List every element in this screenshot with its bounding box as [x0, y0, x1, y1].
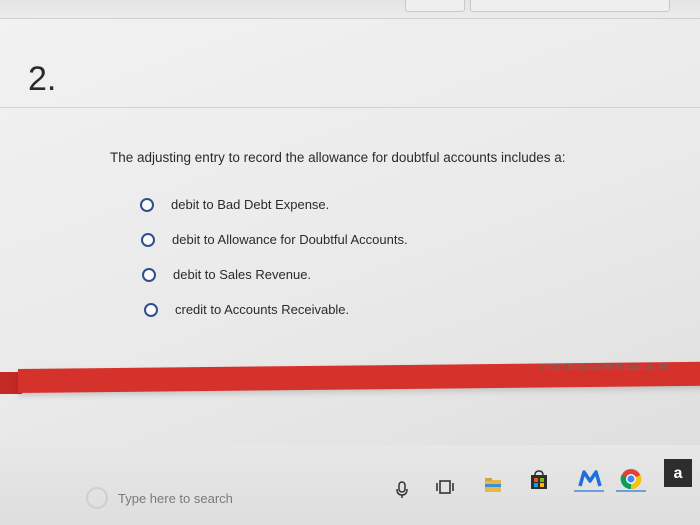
file-explorer-icon[interactable] — [484, 477, 502, 493]
chrome-icon[interactable] — [620, 468, 642, 490]
toolbar-button[interactable] — [405, 0, 465, 12]
answer-option[interactable]: debit to Allowance for Doubtful Accounts… — [141, 232, 408, 247]
question-prompt: The adjusting entry to record the allowa… — [110, 150, 566, 165]
radio-button[interactable] — [141, 232, 155, 247]
amazon-letter: a — [674, 465, 683, 482]
task-view-icon[interactable] — [435, 479, 455, 495]
toolbar-dropdown[interactable] — [470, 0, 670, 12]
radio-button[interactable] — [142, 267, 156, 282]
amazon-icon[interactable]: a — [664, 459, 692, 487]
search-input[interactable]: Type here to search — [118, 491, 233, 506]
answer-option-label: debit to Bad Debt Expense. — [171, 197, 330, 212]
copyright-text: ©2017 McGraw-Hill Education. All — [540, 362, 668, 372]
store-icon[interactable] — [530, 470, 548, 490]
question-number: 2. — [28, 60, 57, 98]
active-app-indicator — [574, 490, 604, 492]
answer-option-label: debit to Sales Revenue. — [173, 267, 312, 282]
microphone-icon[interactable] — [395, 481, 409, 499]
answer-option[interactable]: debit to Sales Revenue. — [142, 267, 311, 282]
answer-option-label: debit to Allowance for Doubtful Accounts… — [172, 232, 408, 247]
mcgraw-hill-connect-icon[interactable] — [578, 468, 602, 490]
top-toolbar — [0, 0, 700, 19]
answer-option[interactable]: credit to Accounts Receivable. — [144, 302, 349, 317]
radio-button[interactable] — [140, 197, 154, 212]
answer-option[interactable]: debit to Bad Debt Expense. — [140, 197, 329, 212]
cortana-icon[interactable] — [86, 487, 108, 509]
taskbar-search[interactable]: Type here to search — [86, 483, 326, 513]
divider — [0, 107, 700, 108]
radio-button[interactable] — [144, 302, 158, 317]
active-app-indicator — [616, 490, 646, 492]
answer-option-label: credit to Accounts Receivable. — [175, 302, 350, 317]
